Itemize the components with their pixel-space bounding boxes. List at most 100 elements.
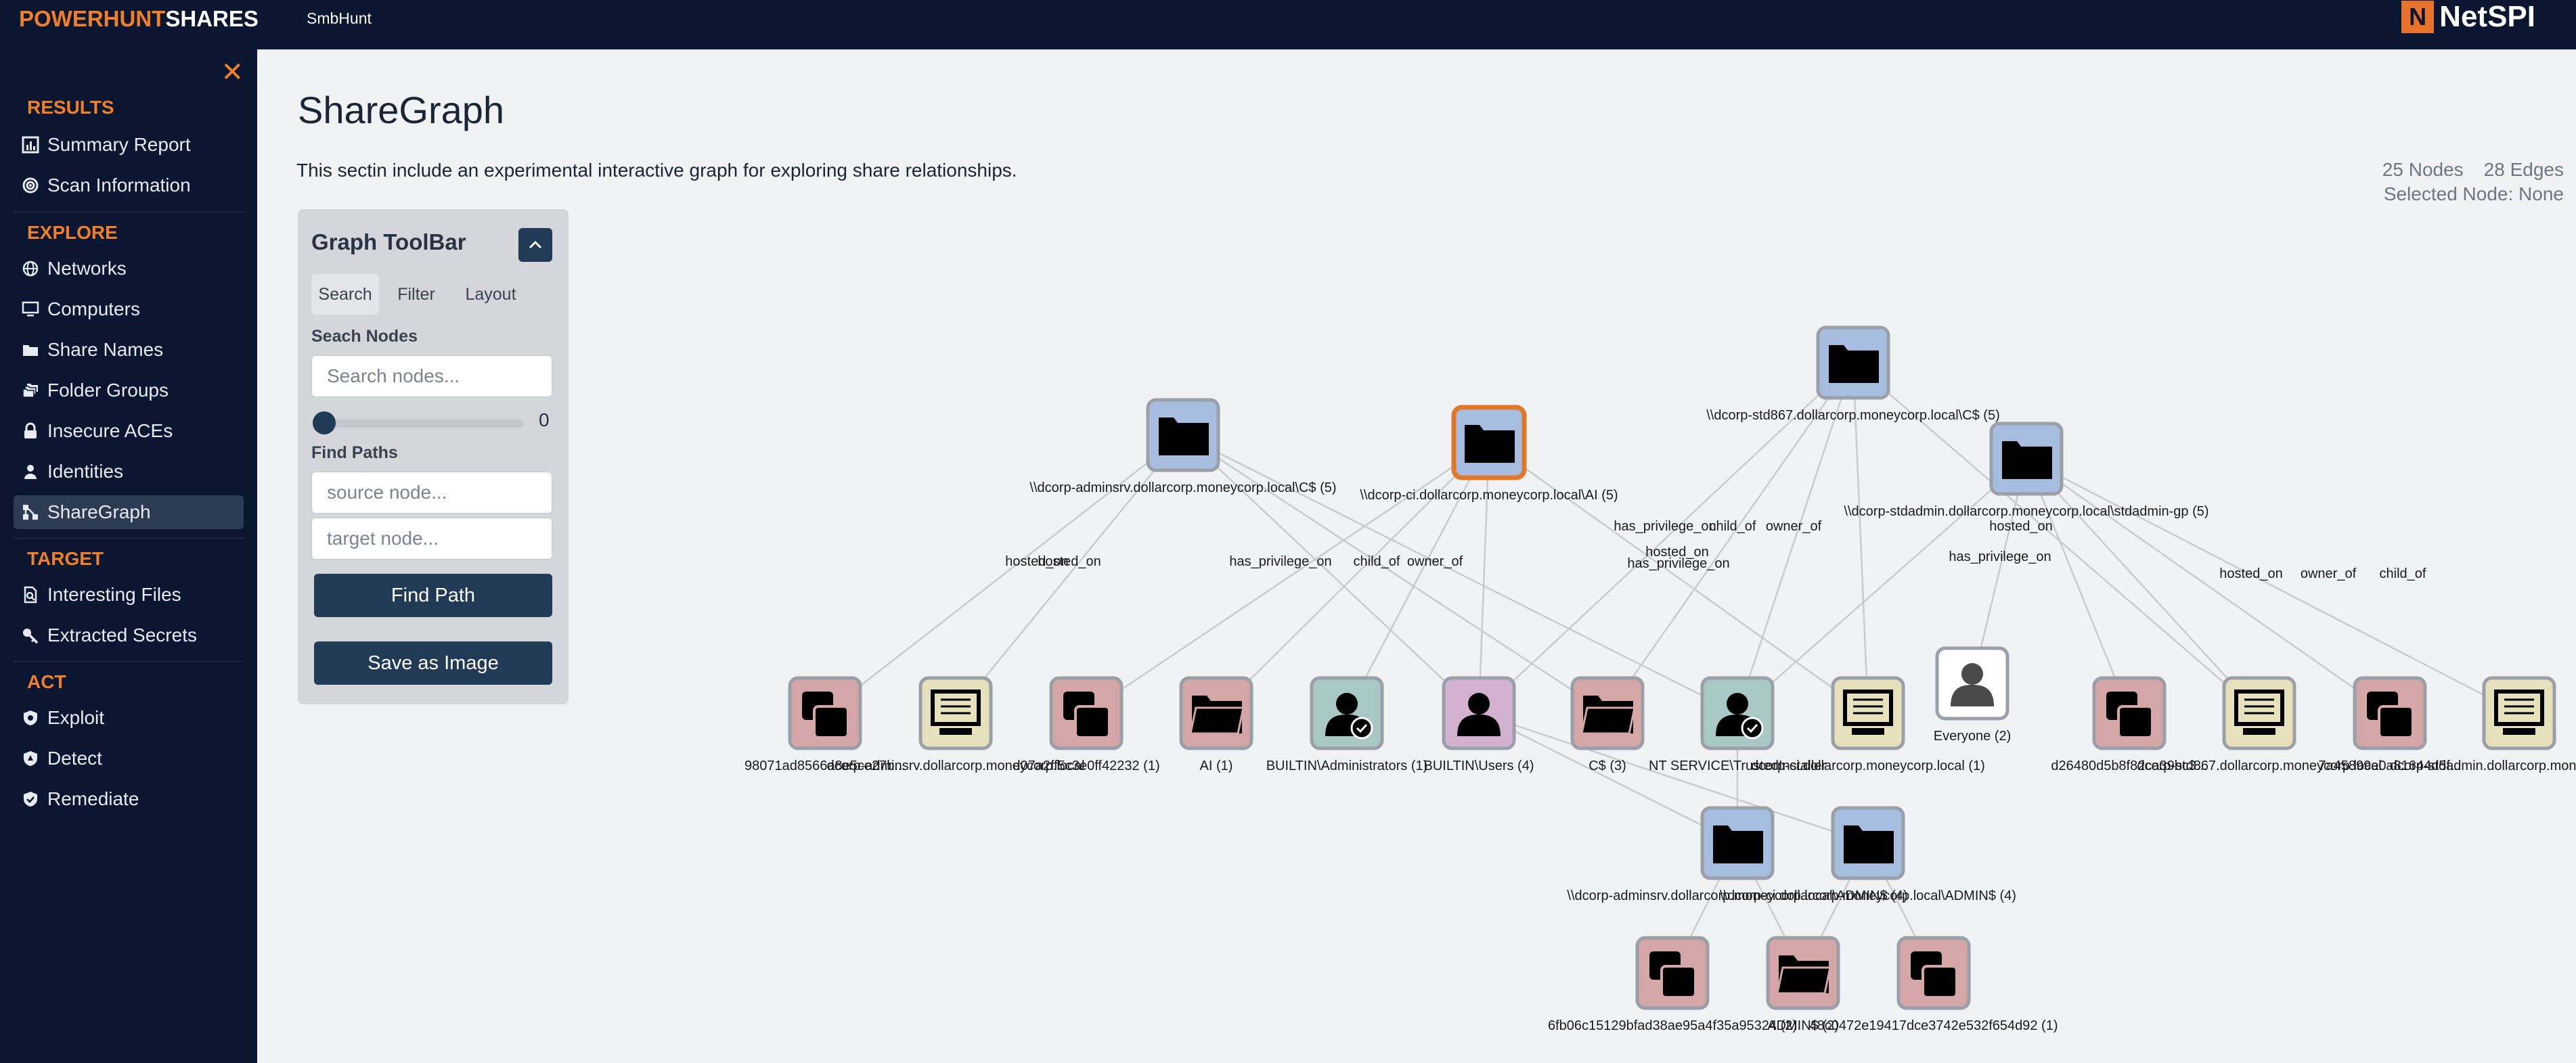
target-node-input[interactable]: target node...: [311, 518, 552, 560]
group-glyph-front: [1922, 965, 1958, 999]
graph-node-admin[interactable]: BUILTIN\Administrators (1): [1266, 676, 1428, 773]
sidebar-item-share-names[interactable]: Share Names: [14, 333, 244, 367]
node-label: d07a2ff5c3e0ff42232 (1): [1013, 759, 1159, 773]
sidebar-item-identities[interactable]: Identities: [14, 455, 244, 489]
lock-icon: [14, 422, 47, 440]
edge-label: child_of: [1710, 519, 1756, 534]
sidebar-item-networks[interactable]: Networks: [14, 252, 244, 286]
check-badge-glyph: [1741, 717, 1764, 740]
sidebar-item-remediate[interactable]: Remediate: [14, 782, 244, 816]
graph-edge: [1488, 441, 1869, 715]
group-glyph-front: [1074, 705, 1111, 739]
folder-glyph: [1465, 425, 1515, 463]
depth-slider-handle[interactable]: [313, 411, 336, 434]
monitor-stand-glyph: [1852, 728, 1884, 735]
person-head-glyph: [1336, 693, 1358, 715]
node-count: 25 Nodes: [2382, 159, 2464, 180]
app-brand[interactable]: POWERHUNTSHARES: [19, 5, 259, 32]
graph-edge: [1478, 712, 1869, 844]
node-label: Everyone (2): [1934, 729, 2012, 744]
sidebar-item-computers[interactable]: Computers: [14, 292, 244, 326]
graph-node-share[interactable]: \\dcorp-ci.dollarcorp.moneycorp.local\AI…: [1360, 405, 1618, 503]
graph-node-user[interactable]: BUILTIN\Users (4): [1424, 676, 1534, 773]
collapse-toolbar-button[interactable]: [518, 228, 552, 262]
folder-glyph: [1159, 417, 1209, 455]
tab-layout[interactable]: Layout: [453, 274, 528, 315]
folder-open-glyph: [1776, 966, 1831, 995]
node-label: \\dcorp-std867.dollarcorp.moneycorp.loca…: [1706, 408, 2000, 423]
edge-label: child_of: [1354, 554, 1400, 569]
globe-icon: [14, 260, 47, 277]
tab-filter[interactable]: Filter: [379, 274, 453, 315]
netspi-logo: N NetSPI: [2401, 0, 2535, 34]
graph-node-group[interactable]: 48c0472e19417dce3742e532f654d92 (1): [1809, 936, 2058, 1033]
search-nodes-input[interactable]: Search nodes...: [311, 355, 552, 397]
edge-label: has_privilege_on: [1229, 554, 1331, 569]
sidebar-item-label: Folder Groups: [47, 380, 169, 401]
sidebar-item-label: Interesting Files: [47, 584, 181, 605]
sidebar-item-folder-groups[interactable]: Folder Groups: [14, 374, 244, 407]
node-label: \\dcorp-stdadmin.dollarcorp.moneycorp.lo…: [1844, 504, 2208, 519]
graph-node-folder[interactable]: C$ (3): [1570, 676, 1645, 773]
sidebar-item-label: Summary Report: [47, 134, 191, 155]
sidebar-item-label: ShareGraph: [47, 501, 151, 522]
edge-label: hosted_on: [1645, 545, 1708, 560]
shield-bug-icon: [14, 709, 47, 727]
sidebar-item-scan-information[interactable]: Scan Information: [14, 168, 244, 202]
graph-node-group[interactable]: 6fb06c15129bfad38ae95a4f35a95324 (2): [1548, 936, 1797, 1033]
graph-node-group[interactable]: d07a2ff5c3e0ff42232 (1): [1013, 676, 1160, 773]
sidebar-item-insecure-aces[interactable]: Insecure ACEs: [14, 414, 244, 448]
folder-glyph: [1713, 825, 1763, 863]
graph-stats: 25 Nodes 28 Edges Selected Node: None: [2382, 158, 2564, 206]
node-label: 6fb06c15129bfad38ae95a4f35a95324 (2): [1548, 1018, 1797, 1033]
source-node-input[interactable]: source node...: [311, 472, 552, 514]
close-sidebar-icon[interactable]: ✕: [221, 59, 244, 86]
graph-node-share[interactable]: \\dcorp-std867.dollarcorp.moneycorp.loca…: [1706, 325, 2000, 423]
graph-node-folder[interactable]: AI (1): [1179, 676, 1253, 773]
graph-node-share[interactable]: \\dcorp-stdadmin.dollarcorp.moneycorp.lo…: [1844, 422, 2209, 519]
graph-node-share[interactable]: \\dcorp-adminsrv.dollarcorp.moneycorp.lo…: [1029, 398, 1337, 495]
graph-edge: [824, 434, 1184, 714]
tab-search[interactable]: Search: [311, 274, 379, 315]
sidebar-item-label: Detect: [47, 748, 102, 769]
graph-edge: [1346, 442, 1490, 714]
graph-edge: [2026, 457, 2391, 715]
group-glyph-front: [813, 705, 849, 739]
radar-icon: [14, 177, 47, 194]
depth-slider-track[interactable]: [314, 420, 524, 428]
sidebar-item-interesting-files[interactable]: Interesting Files: [14, 578, 244, 612]
graph-node-everyone[interactable]: Everyone (2): [1934, 646, 2012, 744]
section-act-title: ACT: [27, 671, 66, 692]
node-label: dcorp-ci.dollarcorp.moneycorp.local (1): [1751, 759, 1985, 773]
sidebar-item-label: Identities: [47, 461, 124, 482]
sidebar-item-exploit[interactable]: Exploit: [14, 701, 244, 735]
depth-slider-value: 0: [539, 409, 550, 430]
save-as-image-button[interactable]: Save as Image: [314, 641, 552, 685]
key-icon: [14, 627, 47, 644]
edge-label: hosted_on: [1989, 519, 2052, 534]
person-head-glyph: [1468, 693, 1490, 715]
node-label: BUILTIN\Users (4): [1424, 759, 1534, 773]
graph-edge: [1478, 442, 1490, 714]
sidebar-divider: [14, 661, 244, 662]
page-description: This sectin include an experimental inte…: [296, 160, 1017, 181]
top-bar: POWERHUNTSHARES SmbHunt N NetSPI: [0, 0, 2576, 49]
folders-icon: [14, 382, 47, 399]
edge-label: owner_of: [2301, 566, 2357, 581]
sidebar-item-summary-report[interactable]: Summary Report: [14, 128, 244, 162]
shield-check-icon: [14, 790, 47, 808]
sidebar-item-label: Insecure ACEs: [47, 420, 173, 441]
sidebar-item-detect[interactable]: Detect: [14, 742, 244, 775]
graph-edge: [2026, 458, 2260, 714]
graph-edges: [824, 362, 2520, 974]
nav-smbhunt[interactable]: SmbHunt: [307, 9, 372, 28]
find-path-button[interactable]: Find Path: [314, 574, 552, 617]
sidebar-item-label: Extracted Secrets: [47, 625, 197, 646]
edge-label: owner_of: [1766, 519, 1822, 534]
sidebar-item-sharegraph[interactable]: ShareGraph: [14, 495, 244, 529]
graph-toolbar: Graph ToolBar Search Filter Layout Seach…: [298, 209, 569, 704]
group-glyph-front: [2117, 705, 2154, 739]
sidebar-item-extracted-secrets[interactable]: Extracted Secrets: [14, 618, 244, 652]
group-glyph-front: [2378, 705, 2414, 739]
edge-label: owner_of: [1407, 554, 1463, 569]
